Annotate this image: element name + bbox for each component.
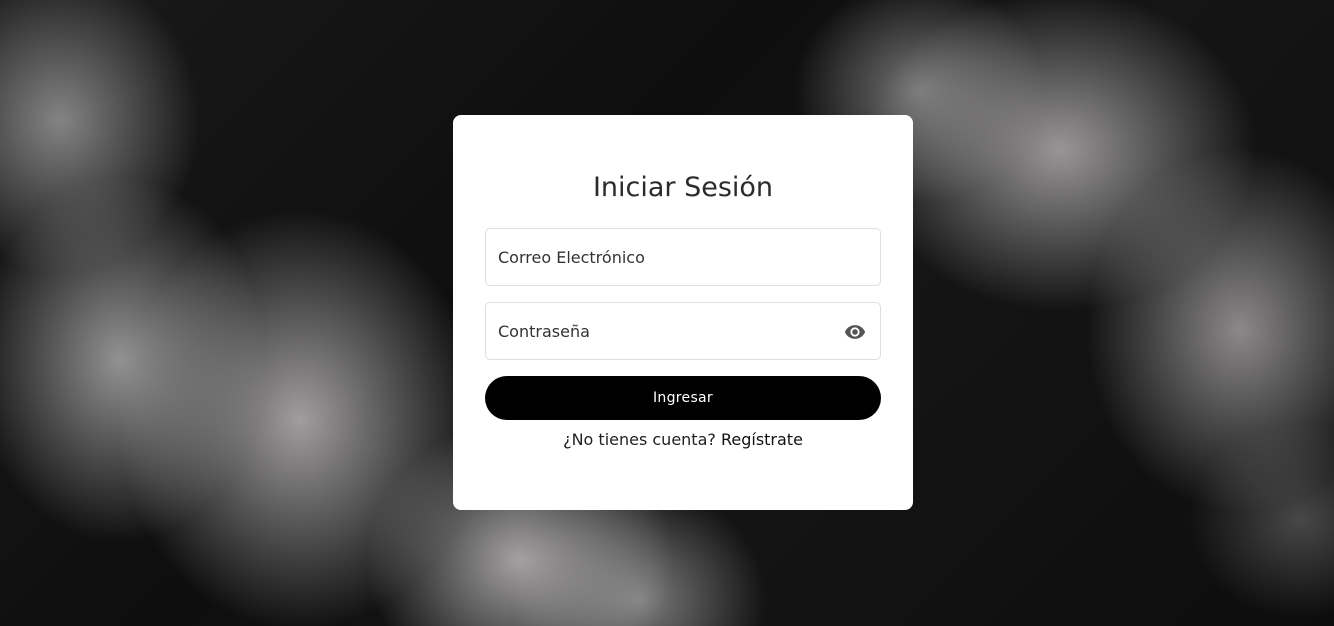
- signup-prompt: ¿No tienes cuenta? Regístrate: [485, 430, 881, 450]
- password-field[interactable]: [486, 303, 880, 359]
- password-field-container: [485, 302, 881, 360]
- signup-link[interactable]: Regístrate: [721, 430, 803, 449]
- email-field[interactable]: [486, 229, 880, 285]
- login-button[interactable]: Ingresar: [485, 376, 881, 420]
- page-title: Iniciar Sesión: [592, 172, 774, 203]
- email-field-container: [485, 228, 881, 286]
- login-card: Iniciar Sesión Ingresar ¿No tienes cuent…: [453, 115, 913, 510]
- eye-icon[interactable]: [844, 321, 866, 343]
- signup-prompt-text: ¿No tienes cuenta?: [563, 430, 716, 449]
